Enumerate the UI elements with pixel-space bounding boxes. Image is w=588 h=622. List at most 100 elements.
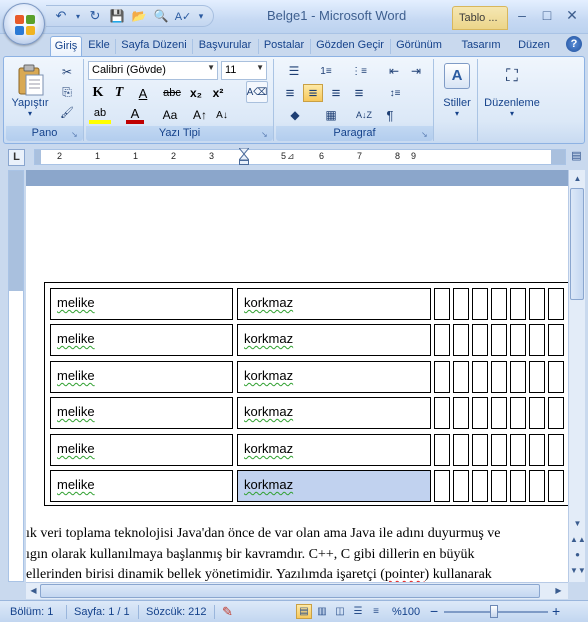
paragraph-launcher-icon[interactable]: ↘ bbox=[421, 130, 430, 139]
table-cell-surname[interactable]: korkmaz bbox=[237, 434, 431, 466]
table-cell-empty[interactable] bbox=[529, 470, 545, 502]
table-cell-name[interactable]: melike bbox=[50, 361, 233, 393]
table-cell-empty[interactable] bbox=[453, 470, 469, 502]
horizontal-ruler[interactable]: 1 2 3 5 6 7 8 9 1 2 ⊿ bbox=[34, 147, 566, 165]
scroll-up-icon[interactable]: ▲ bbox=[570, 171, 585, 186]
editing-button[interactable]: ⛶ Düzenleme ▾ bbox=[482, 63, 542, 123]
numbering-button[interactable]: 1≡ bbox=[312, 62, 340, 80]
horizontal-scroll-thumb[interactable] bbox=[40, 584, 540, 598]
table-cell-empty[interactable] bbox=[472, 434, 488, 466]
highlight-button[interactable]: ab bbox=[89, 106, 111, 124]
vertical-scrollbar[interactable]: ▲ ▼ ▲▲ ● ▼▼ bbox=[568, 170, 586, 582]
justify-button[interactable]: ≡ bbox=[349, 84, 369, 102]
table-cell-empty[interactable] bbox=[548, 361, 564, 393]
cut-icon[interactable]: ✂ bbox=[58, 63, 76, 81]
table-cell-empty[interactable] bbox=[529, 397, 545, 429]
spelling-icon[interactable]: A✓ bbox=[174, 7, 192, 25]
view-ruler-icon[interactable]: ▤ bbox=[568, 149, 585, 166]
section-status[interactable]: Bölüm: 1 bbox=[10, 606, 53, 618]
zoom-in-button[interactable]: + bbox=[552, 603, 560, 619]
vertical-scroll-thumb[interactable] bbox=[570, 188, 584, 300]
increase-indent-button[interactable]: ⇥ bbox=[406, 62, 426, 80]
table-cell-empty[interactable] bbox=[434, 361, 450, 393]
table-cell-empty[interactable] bbox=[510, 361, 526, 393]
outline-view-icon[interactable]: ☰ bbox=[350, 604, 366, 619]
tab-gozden-gecir[interactable]: Gözden Geçir bbox=[312, 36, 388, 56]
table-cell-empty[interactable] bbox=[491, 361, 507, 393]
table-cell-surname[interactable]: korkmaz bbox=[237, 288, 431, 320]
table-cell-empty[interactable] bbox=[453, 288, 469, 320]
maximize-button[interactable]: □ bbox=[535, 5, 559, 25]
table-cell-empty[interactable] bbox=[434, 324, 450, 356]
table-cell-name[interactable]: melike bbox=[50, 397, 233, 429]
full-screen-reading-icon[interactable]: ▥ bbox=[314, 604, 330, 619]
align-right-button[interactable]: ≡ bbox=[326, 84, 346, 102]
format-painter-icon[interactable]: 🖌 bbox=[58, 103, 76, 121]
redo-icon[interactable]: ↻ bbox=[86, 7, 104, 25]
office-button[interactable] bbox=[3, 3, 45, 45]
borders-button[interactable]: ▦ bbox=[316, 106, 346, 124]
zoom-out-button[interactable]: − bbox=[430, 603, 438, 619]
table-cell-surname[interactable]: korkmaz bbox=[237, 324, 431, 356]
table-cell-empty[interactable] bbox=[491, 434, 507, 466]
table-cell-empty[interactable] bbox=[529, 324, 545, 356]
bullets-button[interactable]: ☰ bbox=[280, 62, 308, 80]
superscript-button[interactable]: x² bbox=[208, 84, 228, 102]
table-cell-empty[interactable] bbox=[434, 288, 450, 320]
horizontal-scrollbar[interactable]: ◀ ▶ bbox=[26, 582, 568, 599]
table-cell-empty[interactable] bbox=[491, 397, 507, 429]
table-cell-empty[interactable] bbox=[491, 324, 507, 356]
table-cell-empty[interactable] bbox=[548, 324, 564, 356]
browse-object-icon[interactable]: ● bbox=[570, 547, 585, 562]
table-column-marker-icon[interactable]: ⊿ bbox=[287, 151, 295, 163]
tab-ekle[interactable]: Ekle bbox=[85, 36, 113, 56]
tab-tasarim[interactable]: Tasarım bbox=[456, 36, 506, 56]
tab-basvurular[interactable]: Başvurular bbox=[194, 36, 256, 56]
zoom-slider-thumb[interactable] bbox=[490, 605, 498, 618]
font-size-combo[interactable]: 11 ▼ bbox=[221, 61, 267, 80]
subscript-button[interactable]: x₂ bbox=[186, 84, 206, 102]
table-cell-empty[interactable] bbox=[472, 288, 488, 320]
scroll-down-icon[interactable]: ▼ bbox=[570, 516, 585, 531]
draft-view-icon[interactable]: ≡ bbox=[368, 604, 384, 619]
shrink-font-button[interactable]: A↓ bbox=[212, 106, 232, 124]
scroll-right-icon[interactable]: ▶ bbox=[551, 583, 566, 598]
next-page-icon[interactable]: ▼▼ bbox=[570, 563, 586, 578]
table-cell-empty[interactable] bbox=[434, 434, 450, 466]
table-cell-name[interactable]: melike bbox=[50, 288, 233, 320]
body-text[interactable]: ık veri toplama teknolojisi Java'dan önc… bbox=[26, 524, 568, 582]
table-cell-empty[interactable] bbox=[510, 470, 526, 502]
table-cell-empty[interactable] bbox=[529, 361, 545, 393]
multilevel-list-button[interactable]: ⋮≡ bbox=[344, 62, 374, 80]
font-name-combo[interactable]: Calibri (Gövde) ▼ bbox=[88, 61, 218, 80]
change-case-button[interactable]: Aa bbox=[158, 106, 182, 124]
tab-selector[interactable]: L bbox=[8, 149, 25, 166]
print-layout-view-icon[interactable]: ▤ bbox=[296, 604, 312, 619]
word-count-status[interactable]: Sözcük: 212 bbox=[146, 606, 207, 618]
table-cell-empty[interactable] bbox=[510, 288, 526, 320]
table-cell-empty[interactable] bbox=[491, 288, 507, 320]
tab-sayfa-duzeni[interactable]: Sayfa Düzeni bbox=[118, 36, 190, 56]
undo-icon[interactable]: ↶ bbox=[52, 7, 70, 25]
zoom-level[interactable]: %100 bbox=[392, 606, 420, 618]
open-icon[interactable]: 📂 bbox=[130, 7, 148, 25]
table-cell-empty[interactable] bbox=[529, 288, 545, 320]
page-status[interactable]: Sayfa: 1 / 1 bbox=[74, 606, 130, 618]
paste-button[interactable]: Yapıştır ▾ bbox=[8, 61, 52, 123]
table-cell-surname[interactable]: korkmaz bbox=[237, 397, 431, 429]
table-cell-empty[interactable] bbox=[453, 361, 469, 393]
table-cell-name[interactable]: melike bbox=[50, 470, 233, 502]
font-color-button[interactable]: A bbox=[126, 106, 144, 124]
table-cell-empty[interactable] bbox=[472, 361, 488, 393]
proofing-icon[interactable]: ✎ bbox=[222, 604, 233, 620]
table-cell-surname[interactable]: korkmaz bbox=[237, 361, 431, 393]
clear-formatting-button[interactable]: A⌫ bbox=[246, 81, 268, 103]
help-icon[interactable]: ? bbox=[566, 36, 582, 52]
bold-button[interactable]: K bbox=[89, 84, 107, 102]
table-cell-name[interactable]: melike bbox=[50, 324, 233, 356]
table-cell-empty[interactable] bbox=[529, 434, 545, 466]
previous-page-icon[interactable]: ▲▲ bbox=[570, 532, 586, 547]
table-cell-empty[interactable] bbox=[453, 324, 469, 356]
table-cell-empty[interactable] bbox=[548, 397, 564, 429]
document-area[interactable]: melike korkmaz melike korkmaz melike korkmaz m… bbox=[26, 170, 568, 582]
